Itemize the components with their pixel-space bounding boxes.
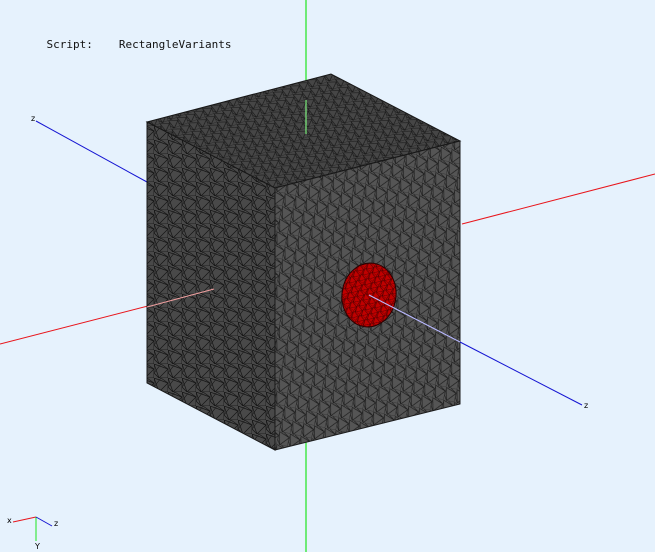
x-axis-line-right: [461, 173, 655, 225]
triad-z-label: z: [54, 519, 58, 528]
script-label-key: Script:: [46, 38, 93, 51]
scene-canvas[interactable]: z z x Y z: [0, 0, 655, 552]
script-label-value: RectangleVariants: [118, 38, 232, 51]
z-axis-line-back: [35, 120, 148, 183]
z-axis-line-outside: [459, 341, 583, 406]
script-info: Script: RectangleVariants: [20, 25, 232, 64]
z-axis-label-back: z: [31, 114, 35, 123]
3d-viewport[interactable]: z z x Y z Script: RectangleVariants: [0, 0, 655, 552]
triad-x-label: x: [7, 516, 12, 525]
z-axis-label-front: z: [584, 401, 588, 410]
triad-y-label: Y: [34, 542, 40, 551]
orientation-triad: x Y z: [7, 516, 58, 551]
